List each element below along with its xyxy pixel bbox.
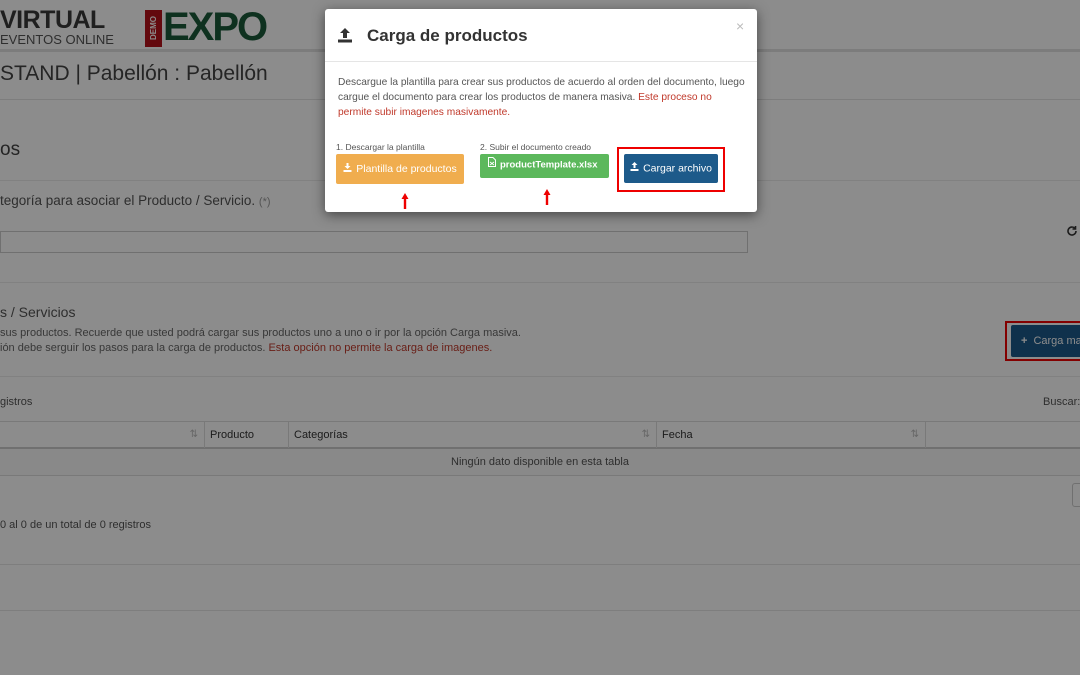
download-template-button[interactable]: Plantilla de productos [336,154,464,184]
upload-icon [336,26,354,44]
file-icon [488,154,496,176]
download-template-label: Plantilla de productos [356,163,457,175]
modal-description: Descargue la plantilla para crear sus pr… [338,75,748,120]
upload-file-label: Cargar archivo [643,162,712,175]
step1-label: 1. Descargar la plantilla [336,142,425,152]
arrow-up-icon [543,189,551,205]
download-icon [343,154,352,184]
selected-file-button[interactable]: productTemplate.xlsx [480,154,609,178]
modal-header: Carga de productos × [325,9,757,62]
upload-products-modal: Carga de productos × Descargue la planti… [325,9,757,212]
modal-title: Carga de productos [367,26,528,45]
close-icon[interactable]: × [736,18,744,34]
upload-file-button[interactable]: Cargar archivo [624,154,718,183]
upload-icon [630,154,639,183]
step2-label: 2. Subir el documento creado [480,142,592,152]
arrow-up-icon [401,193,409,209]
selected-file-name: productTemplate.xlsx [500,159,598,171]
